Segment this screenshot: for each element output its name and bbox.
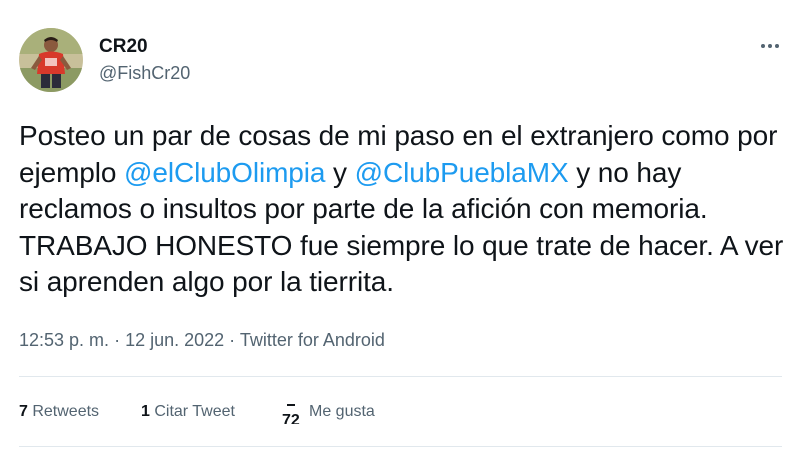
- tweet-time[interactable]: 12:53 p. m.: [19, 330, 109, 350]
- divider: [19, 446, 782, 447]
- likes-label[interactable]: Me gusta: [309, 398, 375, 426]
- more-dot: [768, 44, 772, 48]
- divider: [19, 376, 782, 377]
- meta-separator: ·: [224, 330, 240, 350]
- quotes-count: 1: [141, 403, 150, 420]
- meta-separator: ·: [109, 330, 126, 350]
- quotes-label: Citar Tweet: [149, 403, 235, 420]
- tweet-source[interactable]: Twitter for Android: [240, 330, 385, 350]
- user-display-name[interactable]: CR20: [99, 36, 148, 58]
- avatar-image: [19, 28, 83, 92]
- mention-link[interactable]: @elClubOlimpia: [124, 157, 325, 188]
- tweet-text: Posteo un par de cosas de mi paso en el …: [19, 118, 789, 301]
- likes-count-value: 72: [282, 412, 300, 424]
- more-dot: [761, 44, 765, 48]
- retweets-count: 7: [19, 403, 28, 420]
- more-dot: [775, 44, 779, 48]
- likes-counter-roll: [287, 404, 295, 406]
- retweets-label: Retweets: [27, 403, 100, 420]
- avatar[interactable]: [19, 28, 83, 92]
- tweet-meta: 12:53 p. m. · 12 jun. 2022 · Twitter for…: [19, 328, 385, 352]
- quotes-stat[interactable]: 1 Citar Tweet: [141, 398, 235, 426]
- more-dots-icon[interactable]: [756, 34, 784, 58]
- user-handle[interactable]: @FishCr20: [99, 62, 190, 84]
- mention-link[interactable]: @ClubPueblaMX: [355, 157, 569, 188]
- likes-count[interactable]: 72: [282, 404, 304, 424]
- tweet-card: CR20 @FishCr20 Posteo un par de cosas de…: [0, 0, 800, 460]
- tweet-text-part: y: [325, 156, 355, 188]
- retweets-stat[interactable]: 7 Retweets: [19, 398, 99, 426]
- tweet-date[interactable]: 12 jun. 2022: [125, 330, 224, 350]
